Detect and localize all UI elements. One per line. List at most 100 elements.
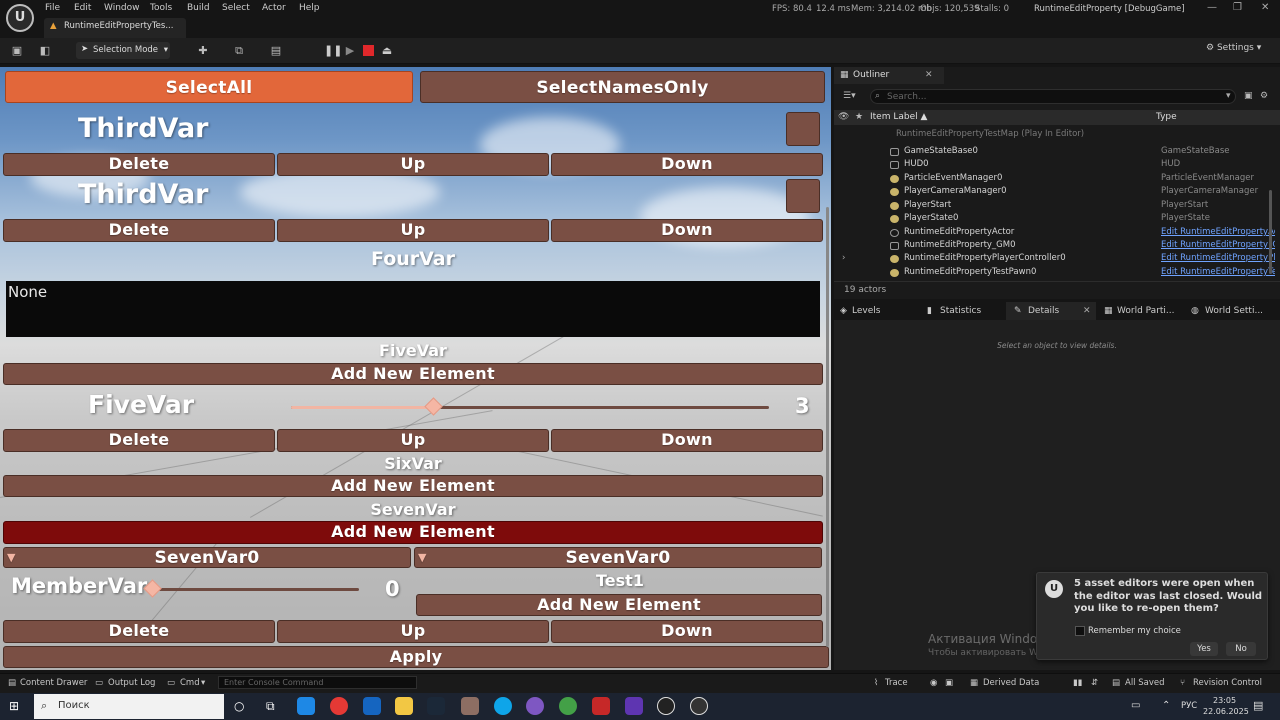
visual-studio-icon[interactable] (625, 697, 643, 715)
derived-data-button[interactable]: Derived Data (983, 678, 1039, 688)
up-button-3[interactable]: Up (277, 429, 549, 452)
outlook-icon[interactable] (363, 697, 381, 715)
tab-world-partition[interactable]: World Parti... (1117, 306, 1175, 316)
language-indicator[interactable]: РУС (1181, 701, 1197, 711)
col-type[interactable]: Type (1156, 112, 1177, 122)
delete-button-1[interactable]: Delete (3, 153, 275, 176)
minimize-icon[interactable]: — (1207, 2, 1217, 13)
revision-control-button[interactable]: Revision Control (1193, 678, 1262, 688)
down-button-1[interactable]: Down (551, 153, 823, 176)
no-button[interactable]: No (1226, 642, 1256, 656)
github-icon[interactable] (657, 697, 675, 715)
steam-icon[interactable] (427, 697, 445, 715)
menu-tools[interactable]: Tools (150, 3, 172, 13)
source-control-icon[interactable]: ⇵ (1091, 678, 1098, 688)
screenshot-icon[interactable]: ▣ (945, 678, 953, 688)
tray-chevron-icon[interactable]: ⌃ (1162, 700, 1170, 711)
menu-build[interactable]: Build (187, 3, 210, 13)
cinematics-icon[interactable]: ▤ (269, 44, 283, 58)
windows-start-icon[interactable]: ⊞ (9, 699, 19, 713)
output-log-button[interactable]: Output Log (108, 678, 155, 688)
delete-button-2[interactable]: Delete (3, 219, 275, 242)
stats-icon[interactable]: ▮▮ (1073, 678, 1082, 688)
outliner-search-input[interactable]: ⌕ Search... ▾ (870, 89, 1236, 104)
explorer-icon[interactable] (395, 697, 413, 715)
five-var-add-element-button[interactable]: Add New Element (3, 363, 823, 385)
star-icon[interactable]: ★ (855, 112, 863, 122)
taskbar-search[interactable]: ⌕ Поиск (34, 694, 224, 719)
viewport[interactable]: SelectAll SelectNamesOnly ThirdVar Delet… (0, 67, 831, 670)
menu-help[interactable]: Help (299, 3, 320, 13)
seven-var0-header-b[interactable]: ▼ SevenVar0 (414, 547, 822, 568)
outliner-close-icon[interactable]: ✕ (925, 70, 933, 80)
seven-var-add-element-button[interactable]: Add New Element (3, 521, 823, 544)
select-names-only-button[interactable]: SelectNamesOnly (420, 71, 825, 103)
close-icon[interactable]: ✕ (1261, 2, 1269, 13)
yes-button[interactable]: Yes (1190, 642, 1218, 656)
outliner-row[interactable]: RuntimeEditPropertyActor Edit RuntimeEdit… (834, 227, 1280, 240)
member-var-slider-track[interactable] (153, 588, 359, 591)
col-item-label[interactable]: Item Label ▲ (870, 112, 927, 122)
select-all-button[interactable]: SelectAll (5, 71, 413, 103)
outliner-row[interactable]: RuntimeEditPropertyTestPawn0 Edit Runtime… (834, 267, 1280, 280)
menu-file[interactable]: File (45, 3, 60, 13)
add-folder-icon[interactable]: ▣ (1244, 91, 1253, 101)
settings-button[interactable]: ⚙ Settings ▾ (1206, 43, 1261, 53)
outliner-row[interactable]: ParticleEventManager0 ParticleEventManage… (834, 173, 1280, 186)
tab-details[interactable]: Details (1028, 306, 1059, 316)
unreal-taskbar-icon[interactable] (690, 697, 708, 715)
blueprint-icon[interactable]: ⧉ (232, 44, 246, 58)
row-type-link[interactable]: Edit RuntimeEditPropertyAct (1161, 227, 1275, 237)
eject-icon[interactable]: ⏏ (380, 44, 394, 58)
five-var-slider-thumb[interactable] (424, 397, 444, 416)
eye-icon[interactable]: 👁 (838, 112, 849, 122)
chrome-icon[interactable] (330, 697, 348, 715)
all-saved-button[interactable]: All Saved (1125, 678, 1165, 688)
up-button-4[interactable]: Up (277, 620, 549, 643)
down-button-3[interactable]: Down (551, 429, 823, 452)
content-icon[interactable]: ◧ (38, 44, 52, 58)
outliner-row[interactable]: › RuntimeEditPropertyPlayerController0 Edi… (834, 253, 1280, 266)
app-tray-icon[interactable]: ▭ (1131, 700, 1140, 711)
clock-date[interactable]: 22.06.2025 (1203, 707, 1249, 716)
clock-time[interactable]: 23:05 (1213, 696, 1236, 705)
delete-button-3[interactable]: Delete (3, 429, 275, 452)
outliner-row[interactable]: PlayerStart PlayerStart (834, 200, 1280, 213)
notifications-icon[interactable]: ▤ (1253, 699, 1263, 712)
menu-actor[interactable]: Actor (262, 3, 286, 13)
third-var-checkbox-2[interactable] (786, 179, 820, 213)
tab-statistics[interactable]: Statistics (940, 306, 981, 316)
down-button-4[interactable]: Down (551, 620, 823, 643)
test1-add-element-button[interactable]: Add New Element (416, 594, 822, 616)
map-row[interactable]: RuntimeEditPropertyTestMap (Play In Edit… (896, 129, 1084, 139)
add-actor-icon[interactable]: ✚ (196, 44, 210, 58)
git-icon[interactable] (592, 697, 610, 715)
app-icon[interactable] (461, 697, 479, 715)
row-type-link[interactable]: Edit RuntimeEditPropertyPlay (1161, 253, 1275, 263)
outliner-row[interactable]: RuntimeEditProperty_GM0 Edit RuntimeEditP… (834, 240, 1280, 253)
menu-select[interactable]: Select (222, 3, 250, 13)
remember-checkbox[interactable] (1075, 626, 1085, 636)
store-icon[interactable] (297, 697, 315, 715)
android-icon[interactable] (559, 697, 577, 715)
four-var-text-input[interactable]: None (6, 281, 820, 337)
third-var-checkbox-1[interactable] (786, 112, 820, 146)
down-button-2[interactable]: Down (551, 219, 823, 242)
trace-dropdown[interactable]: Trace (885, 678, 908, 688)
stop-icon[interactable] (363, 45, 374, 56)
outliner-settings-icon[interactable]: ⚙ (1260, 91, 1268, 101)
content-drawer-button[interactable]: Content Drawer (20, 678, 87, 688)
cortana-icon[interactable]: ○ (234, 699, 244, 713)
row-type-link[interactable]: Edit RuntimeEditPropertyTes (1161, 267, 1275, 277)
console-input[interactable]: Enter Console Command (218, 676, 417, 689)
task-view-icon[interactable]: ⧉ (266, 699, 275, 714)
discord-icon[interactable] (526, 697, 544, 715)
details-close-icon[interactable]: ✕ (1083, 306, 1091, 316)
save-icon[interactable]: ▣ (10, 44, 24, 58)
edge-icon[interactable] (494, 697, 512, 715)
filter-icon[interactable]: ☰▾ (843, 91, 856, 101)
viewport-scrollbar[interactable] (826, 207, 829, 647)
outliner-row[interactable]: PlayerState0 PlayerState (834, 213, 1280, 226)
delete-button-4[interactable]: Delete (3, 620, 275, 643)
up-button-1[interactable]: Up (277, 153, 549, 176)
